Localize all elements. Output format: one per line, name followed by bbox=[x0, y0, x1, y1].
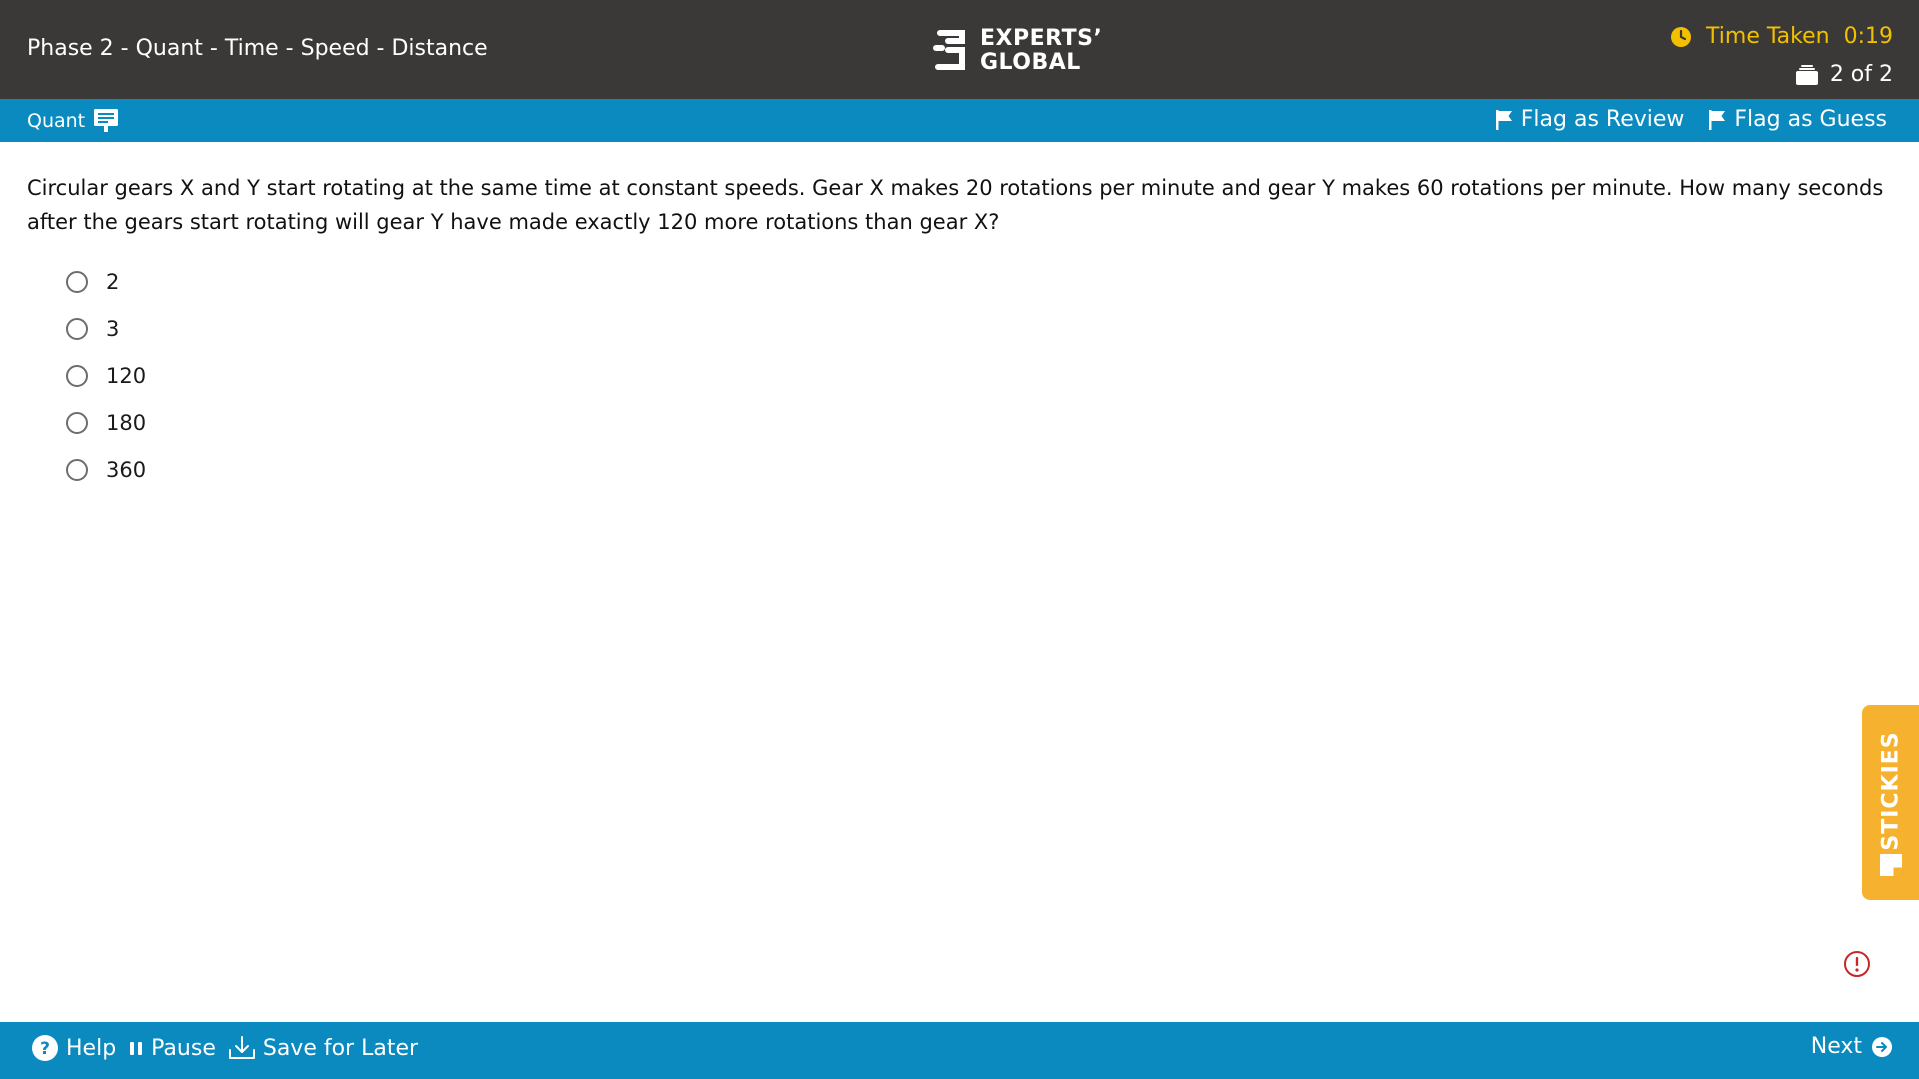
clock-icon bbox=[1670, 26, 1692, 48]
page-title: Phase 2 - Quant - Time - Speed - Distanc… bbox=[27, 36, 488, 61]
next-button[interactable]: Next bbox=[1811, 1034, 1893, 1059]
svg-text:?: ? bbox=[40, 1039, 50, 1059]
radio-button[interactable] bbox=[66, 458, 88, 481]
option-label: 3 bbox=[106, 316, 120, 341]
flag-guess-label: Flag as Guess bbox=[1734, 107, 1887, 132]
answer-option[interactable]: 180 bbox=[66, 399, 146, 446]
stickies-label: STICKIES bbox=[1878, 731, 1903, 851]
logo-mark-icon bbox=[933, 30, 965, 70]
pause-label: Pause bbox=[151, 1035, 216, 1061]
help-icon: ? bbox=[31, 1034, 59, 1062]
time-taken: Time Taken 0:19 bbox=[1670, 24, 1893, 49]
arrow-right-icon bbox=[1871, 1036, 1893, 1058]
download-icon bbox=[228, 1035, 256, 1061]
logo-line-2: GLOBAL bbox=[980, 50, 1081, 75]
answer-option[interactable]: 120 bbox=[66, 352, 146, 399]
top-header: Phase 2 - Quant - Time - Speed - Distanc… bbox=[0, 0, 1919, 99]
time-value: 0:19 bbox=[1843, 24, 1893, 49]
option-label: 120 bbox=[106, 363, 147, 388]
radio-button[interactable] bbox=[66, 317, 88, 340]
radio-button[interactable] bbox=[66, 411, 88, 434]
help-label: Help bbox=[66, 1035, 117, 1061]
stack-icon bbox=[1795, 64, 1818, 85]
flag-icon bbox=[1495, 109, 1512, 130]
pause-icon bbox=[128, 1039, 144, 1057]
flag-review-label: Flag as Review bbox=[1520, 107, 1685, 132]
answer-option[interactable]: 360 bbox=[66, 446, 146, 493]
question-text: Circular gears X and Y start rotating at… bbox=[27, 176, 1884, 234]
answer-option[interactable]: 3 bbox=[66, 305, 146, 352]
flag-controls: Flag as Review Flag as Guess bbox=[1471, 107, 1887, 132]
stickies-tab[interactable]: STICKIES bbox=[1862, 705, 1919, 900]
radio-button[interactable] bbox=[66, 270, 88, 293]
question-progress: 2 of 2 bbox=[1795, 62, 1893, 87]
flag-as-guess-button[interactable]: Flag as Guess bbox=[1708, 107, 1887, 132]
option-label: 2 bbox=[106, 269, 120, 294]
bottom-left-controls: ? Help Pause Save for Later bbox=[31, 1034, 430, 1062]
progress-text: 2 of 2 bbox=[1829, 62, 1893, 87]
sticky-note-icon bbox=[1877, 851, 1905, 883]
answer-options: 2 3 120 180 360 bbox=[66, 258, 146, 493]
alert-icon[interactable] bbox=[1843, 950, 1871, 982]
radio-button[interactable] bbox=[66, 364, 88, 387]
section-bar: Quant Flag as Review Flag as Guess bbox=[0, 99, 1919, 142]
help-button[interactable]: ? Help bbox=[31, 1034, 116, 1062]
save-for-later-button[interactable]: Save for Later bbox=[228, 1035, 418, 1061]
option-label: 180 bbox=[106, 410, 147, 435]
logo-text: EXPERTS’ GLOBAL bbox=[980, 27, 1102, 75]
save-for-later-label: Save for Later bbox=[262, 1035, 419, 1061]
option-label: 360 bbox=[106, 457, 147, 482]
bottom-toolbar: ? Help Pause Save for Later Next bbox=[0, 1022, 1919, 1079]
section-name: Quant bbox=[27, 110, 86, 132]
time-label: Time Taken bbox=[1706, 24, 1830, 49]
experts-global-logo: EXPERTS’ GLOBAL bbox=[932, 27, 1102, 75]
flag-icon bbox=[1709, 109, 1726, 130]
logo-line-1: EXPERTS’ bbox=[980, 26, 1103, 51]
next-label: Next bbox=[1810, 1034, 1862, 1059]
pause-button[interactable]: Pause bbox=[128, 1036, 216, 1061]
calculator-icon[interactable] bbox=[93, 108, 119, 137]
flag-as-review-button[interactable]: Flag as Review bbox=[1495, 107, 1685, 132]
answer-option[interactable]: 2 bbox=[66, 258, 146, 305]
